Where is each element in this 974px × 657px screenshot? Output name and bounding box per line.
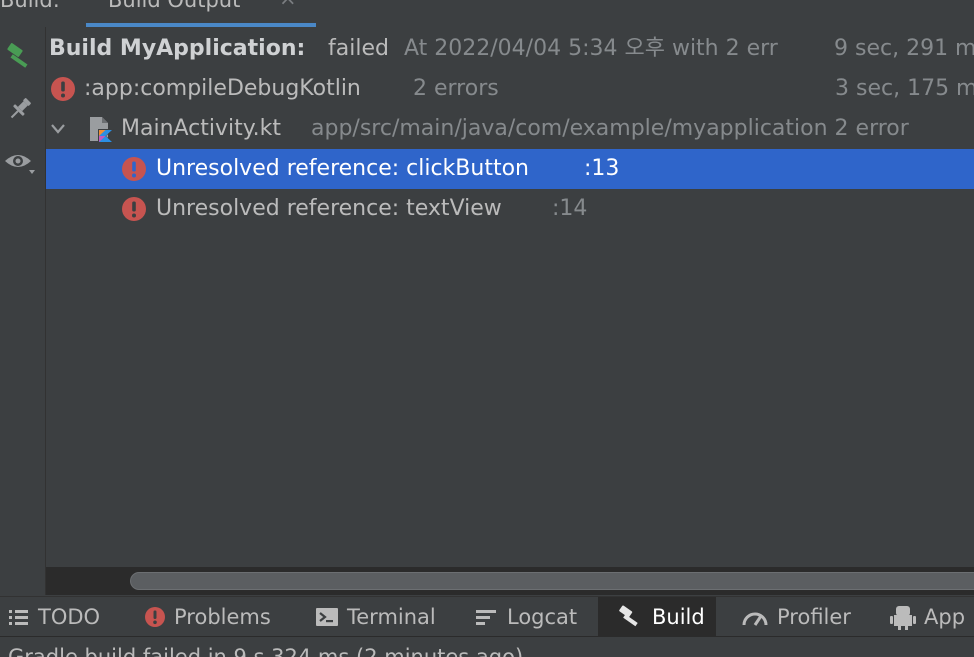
tree-row-error[interactable]: Unresolved reference: textView :14 [46,189,974,229]
tool-window-header: Build: Build Output × [0,0,974,27]
terminal-icon [316,608,338,626]
close-icon[interactable]: × [279,0,297,10]
file-name: MainActivity.kt [121,116,282,141]
build-output-tree: Build MyApplication: failed At 2022/04/0… [46,27,974,567]
tab-logcat-label: Logcat [507,605,578,629]
scrollbar-thumb[interactable] [130,572,974,590]
tab-problems[interactable]: Problems [144,597,271,637]
error-message: Unresolved reference: textView [156,196,502,221]
tool-window-bar: TODO Problems Terminal Logcat Build Prof… [0,596,974,637]
tree-row-file[interactable]: MainActivity.kt app/src/main/java/com/ex… [46,109,974,149]
tool-window-title: Build: [0,0,60,12]
tab-problems-label: Problems [174,605,271,629]
tab-profiler[interactable]: Profiler [741,597,851,637]
error-message: Unresolved reference: clickButton [156,156,529,181]
pin-icon[interactable] [2,91,38,127]
tab-profiler-label: Profiler [777,605,851,629]
task-name: :app:compileDebugKotlin [84,76,361,101]
kotlin-file-icon [90,117,114,143]
task-error-count: 2 errors [413,76,499,101]
build-status: failed [328,36,389,61]
build-title: Build MyApplication: [49,36,306,61]
android-icon [890,606,916,630]
error-icon [122,157,146,181]
error-line: :14 [552,196,588,221]
build-duration: 9 sec, 291 m [834,36,974,61]
tab-todo-label: TODO [38,605,101,629]
file-path: app/src/main/java/com/example/myapplicat… [311,116,909,141]
tab-app-label: App [924,605,966,629]
horizontal-scrollbar[interactable] [46,567,974,595]
tab-build-label: Build [652,605,705,629]
tab-logcat[interactable]: Logcat [475,597,577,637]
tree-row-task[interactable]: :app:compileDebugKotlin 2 errors 3 sec, … [46,69,974,109]
left-toolbar [0,27,46,595]
eye-icon[interactable] [2,145,38,181]
tab-terminal[interactable]: Terminal [315,597,436,637]
tree-row-build-result[interactable]: Build MyApplication: failed At 2022/04/0… [46,29,974,69]
error-icon [51,77,75,101]
tab-build-output[interactable]: Build Output × [86,0,316,27]
tab-terminal-label: Terminal [347,605,436,629]
tab-build-output-label: Build Output [108,0,241,12]
logcat-icon [476,610,496,625]
gauge-icon [742,612,768,626]
hammer-icon [619,605,638,627]
tree-row-error-selected[interactable]: Unresolved reference: clickButton :13 [46,149,974,189]
hammer-icon[interactable] [2,39,38,75]
tab-todo[interactable]: TODO [8,597,100,637]
status-message: Gradle build failed in 9 s 324 ms (2 min… [8,645,524,657]
build-detail: At 2022/04/04 5:34 오후 with 2 err [404,36,778,61]
error-icon [122,197,146,221]
list-icon [9,610,28,625]
task-duration: 3 sec, 175 m [835,76,974,101]
status-bar: Gradle build failed in 9 s 324 ms (2 min… [0,636,974,657]
error-icon [145,607,165,627]
tab-build[interactable]: Build [598,597,716,637]
chevron-down-icon[interactable] [50,122,66,136]
tab-app-inspection[interactable]: App [890,597,965,637]
error-line: :13 [584,156,620,181]
